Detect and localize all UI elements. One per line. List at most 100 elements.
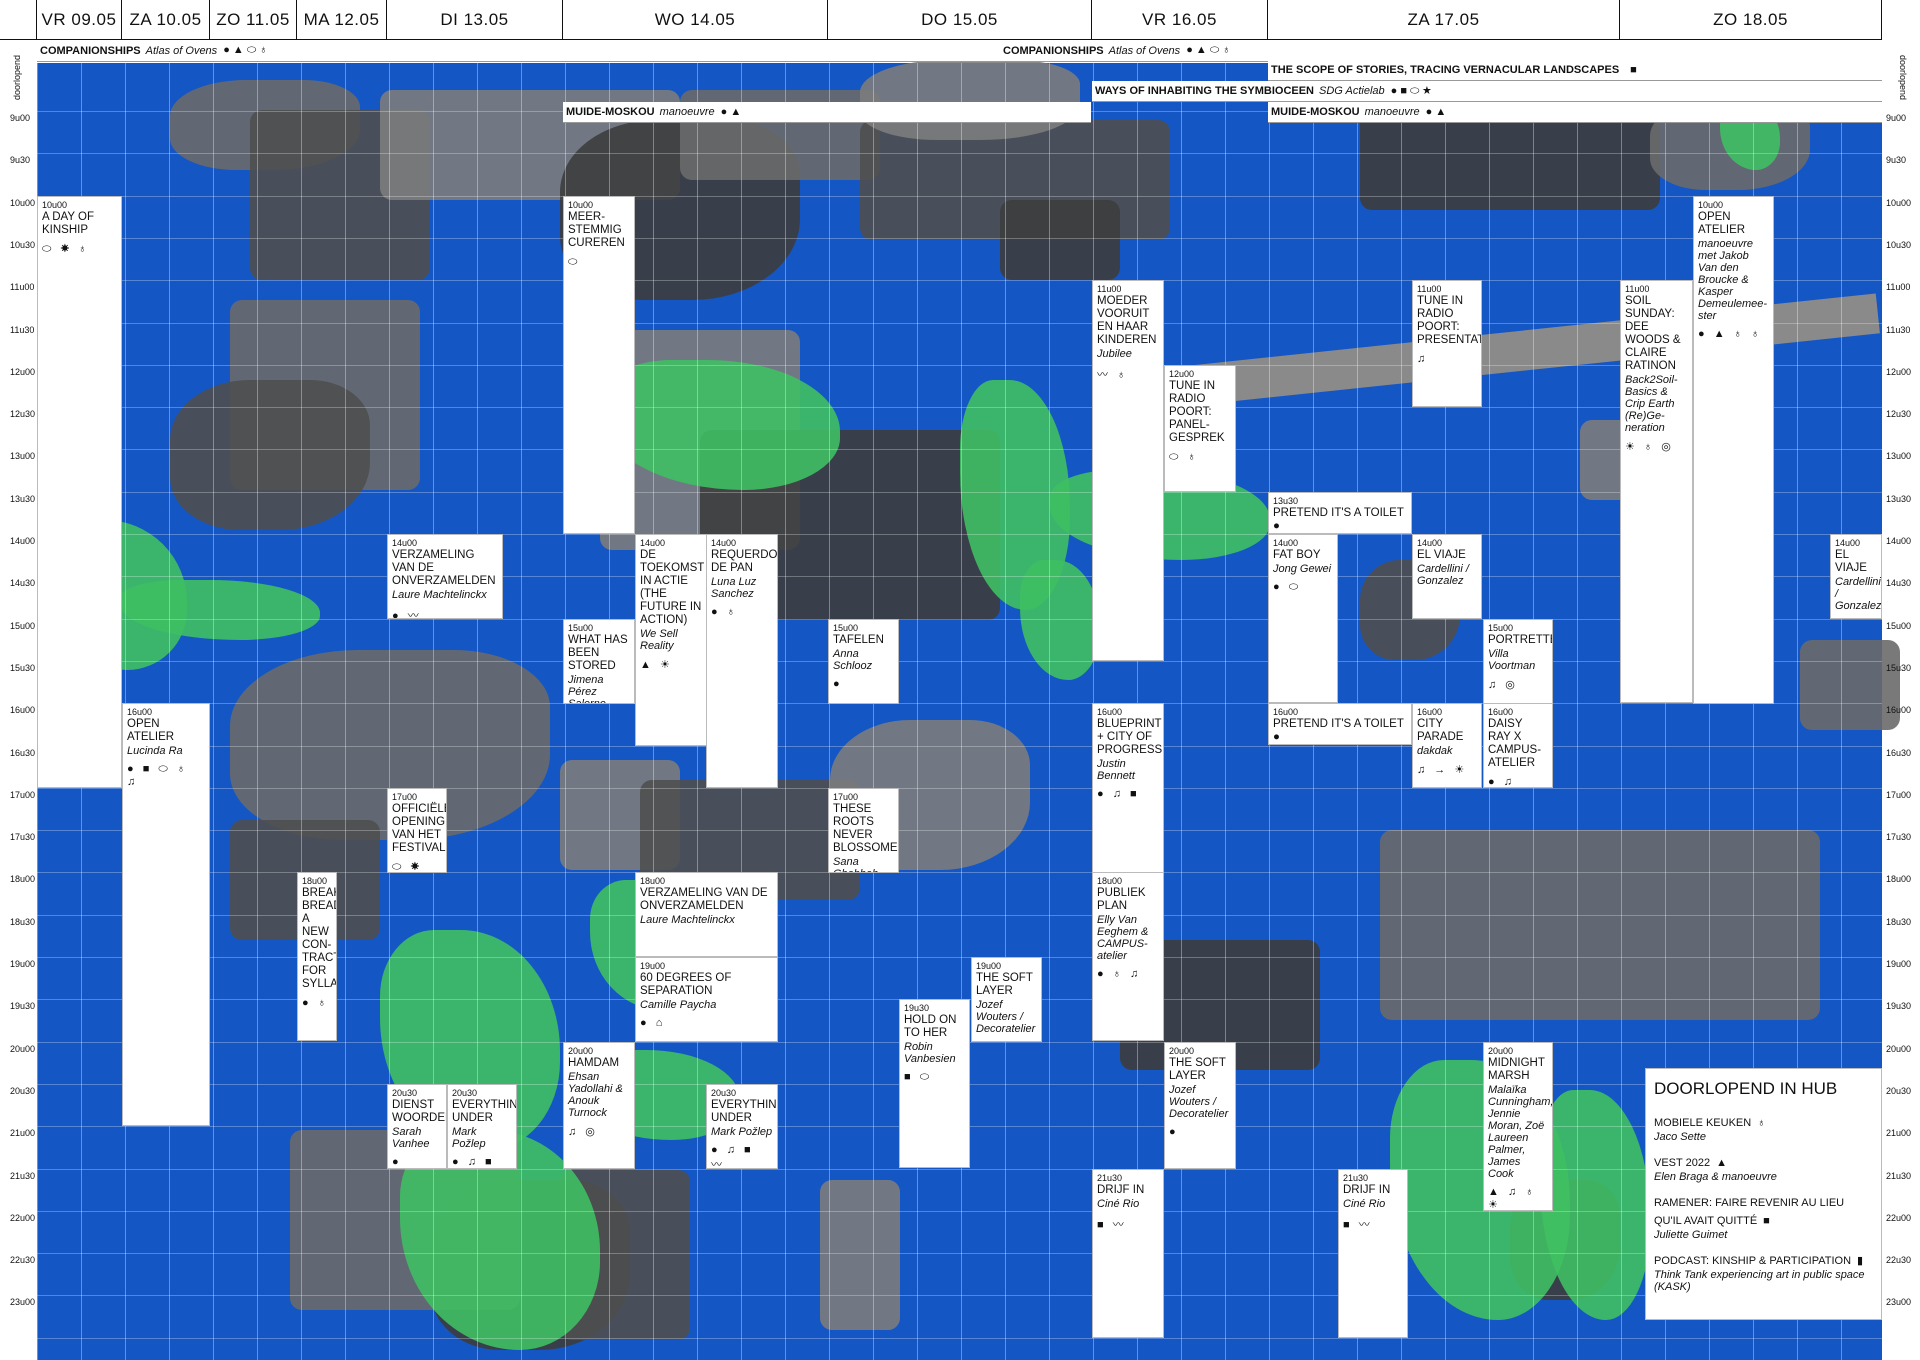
event-block[interactable]: 17u00 Officiële opening van het festival ⬭… (387, 788, 447, 873)
event-author: Jozef Wouters / Decoratelier (1169, 1084, 1229, 1120)
event-block[interactable]: 10u00 Meer-stemmig cureren ⬭ (563, 196, 635, 534)
event-block[interactable]: 18u00 Verzameling van de onverzamelden Lau… (635, 872, 778, 957)
grid-line-horizontal (37, 787, 1882, 789)
grid-line-horizontal (37, 237, 1882, 239)
event-block[interactable]: 10u00 A day of kinship ⬭ ☀ ♁ (37, 196, 122, 788)
hub-item[interactable]: Mobiele keuken ♁ Jaco Sette (1654, 1113, 1873, 1143)
event-time: 10u00 (568, 200, 594, 210)
event-block[interactable]: 14u00 Verzameling van de onverzamelden Lau… (387, 534, 503, 619)
time-label-left: 15u00 (10, 620, 36, 631)
time-label-left: 13u00 (10, 451, 36, 462)
event-title: Meer-stemmig cureren (568, 211, 625, 249)
event-block[interactable]: 20u30Everything underMark Požlep● ♫ ■ 〰 (447, 1084, 517, 1169)
event-block[interactable]: 20u30Everything underMark Požlep● ♫ ■ 〰 (706, 1084, 778, 1169)
event-title: El viaje (1417, 549, 1466, 561)
event-time: 16u00 (1097, 707, 1123, 717)
event-time: 20u30 (452, 1088, 478, 1098)
hub-item[interactable]: Vest 2022 ▲ Elen Braga & manoeuvre (1654, 1153, 1873, 1183)
event-title: Hold on to her (904, 1014, 957, 1039)
event-block[interactable]: 14u00 El viaje Cardellini / Gonzalez (1412, 534, 1482, 619)
event-author: Jong Gewei (1273, 563, 1332, 575)
event-title: Open atelier (1698, 211, 1746, 236)
event-block[interactable]: 11u00 Soil Sunday: Dee Woods & Claire Rat… (1620, 280, 1693, 703)
event-title: Moeder Vooruit en haar kinderen (1097, 295, 1157, 346)
event-block[interactable]: 20u00 Hamdam Ehsan Yadollahi & Anouk Turno… (563, 1042, 635, 1169)
event-block[interactable]: 18u00 Publiek plan Elly Van Eeghem & CAMPU… (1092, 872, 1164, 1041)
event-author: Laure Machtelinckx (640, 914, 735, 926)
grid-line-vertical (1577, 63, 1578, 1360)
grid-line-horizontal (37, 534, 1882, 535)
continuous-event-band[interactable]: Muide-Moskou manoeuvre ● ▲ (1268, 102, 1882, 123)
event-author: Ciné Rio (1097, 1198, 1140, 1210)
event-block[interactable]: 16u00 Open atelier Lucinda Ra ● ■ ⬭ ♁ ♫ (122, 703, 210, 1126)
time-label-left: 20u30 (10, 1085, 36, 1096)
event-block[interactable]: 15u00Portretten Villa Voortman ♫ ◎ (1483, 619, 1553, 704)
event-title: Everything under (711, 1099, 777, 1124)
continuous-event-band[interactable]: Muide-Moskou manoeuvre ● ▲ (563, 102, 1091, 123)
event-author: Jubilee (1097, 348, 1132, 360)
event-author: Jozef Wouters / Decoratelier (976, 999, 1036, 1035)
hub-item[interactable]: Podcast: kinship & participation ▮ Think T… (1654, 1251, 1873, 1293)
event-block[interactable]: 14u00 De toekomst in actie (The future in… (635, 534, 707, 746)
event-block[interactable]: 11u00Tune in Radio Poort: presentatie ♫ (1412, 280, 1482, 407)
time-label-right: 23u00 (1886, 1297, 1912, 1308)
event-block[interactable]: 11u00 Moeder Vooruit en haar kinderen Jubi… (1092, 280, 1164, 661)
grid-line-horizontal (37, 322, 1882, 324)
event-block[interactable]: 13u30Pretend it's a toilet ●Sara Leghiss… (1268, 492, 1412, 534)
event-block[interactable]: 17u00These roots never blossomed Sana Gho… (828, 788, 899, 873)
event-block[interactable]: 19u00 The soft layer Jozef Wouters / Decor… (971, 957, 1042, 1042)
event-block[interactable]: 21u30 Drijf in Ciné Rio ■ 〰 (1092, 1169, 1164, 1338)
event-title: De toekomst in actie (The future in acti… (640, 549, 705, 626)
event-block[interactable]: 15u00 Tafelen Anna Schlooz ● (828, 619, 899, 704)
event-time: 14u00 (1273, 538, 1299, 548)
event-time: 12u00 (1169, 369, 1195, 379)
event-time: 11u00 (1625, 284, 1650, 294)
event-block[interactable]: 19u30 Hold on to her Robin Vanbesien ■ ⬭ (899, 999, 970, 1168)
event-author: Back2Soil-Basics & Crip Earth (Re)Ge-ner… (1625, 374, 1678, 434)
event-block[interactable]: 15u00 What has been stored Jimena Pérez Sa… (563, 619, 635, 704)
event-block[interactable]: 14u00 El viaje Cardellini / Gonzalez (1830, 534, 1882, 619)
time-label-left: 23u00 (10, 1297, 36, 1308)
event-icons: ☀ ♁ ◎ (1625, 441, 1674, 453)
event-author: Laure Machtelinckx (392, 589, 487, 601)
time-label-right: 17u00 (1886, 789, 1912, 800)
time-label-right: 21u00 (1886, 1128, 1912, 1139)
event-block[interactable]: 20u00 Midnight marsh Malaïka Cunningham, J… (1483, 1042, 1553, 1211)
continuous-event-band[interactable]: The scope of stories, tracing vernacular… (1268, 60, 1882, 81)
hub-item-title: Ramener: faire revenir au lieu qu'il ava… (1654, 1197, 1845, 1227)
time-label-left: 9u00 (10, 113, 31, 123)
aerial-photo-fragment (1000, 200, 1120, 280)
event-block[interactable]: 16u00 City parade dakdak ♫ → ☀ (1412, 703, 1482, 788)
event-title: Breaking bread. A new con-tract for syll… (302, 887, 337, 990)
event-block[interactable]: 12u00 Tune in Radio Poort: panel-gesprek ⬭… (1164, 365, 1236, 492)
side-label-right: doorlopend (1898, 55, 1908, 101)
event-block[interactable]: 20u00 The soft layer Jozef Wouters / Decor… (1164, 1042, 1236, 1169)
hub-item-title: Mobiele keuken (1654, 1117, 1752, 1129)
event-title: Portretten (1488, 634, 1552, 646)
event-block[interactable]: 14u00 Fat boy Jong Gewei ● ⬭ (1268, 534, 1338, 703)
hub-item[interactable]: Ramener: faire revenir au lieu qu'il ava… (1654, 1193, 1873, 1241)
continuous-event-band[interactable]: Companionships Atlas of Ovens ● ▲ ⬭ ♁ (1000, 40, 1882, 62)
event-author: Sana Ghobbeh (833, 856, 878, 872)
time-label-right: 11u00 (1886, 282, 1911, 293)
event-block[interactable]: 16u00Pretend it's a toilet ●Sara Leghiss… (1268, 703, 1412, 745)
event-block[interactable]: 14u00 Requerdos de pan Luna Luz Sanchez ● ♁ (706, 534, 778, 788)
event-icons: ⬭ ☀ (392, 861, 423, 873)
continuous-event-band[interactable]: Companionships Atlas of Ovens ● ▲ ⬭ ♁ (37, 40, 1089, 62)
event-block[interactable]: 19u00 60 degrees of separation Camille Pay… (635, 957, 778, 1042)
event-time: 14u00 (640, 538, 666, 548)
time-label-right: 15u30 (1886, 662, 1912, 673)
hub-item-author: Juliette Guimet (1654, 1229, 1728, 1241)
event-block[interactable]: 10u00 Open atelier manoeuvre met Jakob Van… (1693, 196, 1774, 704)
time-label-left: 21u00 (10, 1128, 36, 1139)
day-header: VR 16.05 (1092, 0, 1268, 40)
time-label-right: 13u00 (1886, 451, 1912, 462)
event-block[interactable]: 18u00Breaking bread. A new con-tract for… (297, 872, 337, 1041)
hub-title: Doorlopend in hub (1654, 1079, 1838, 1098)
grid-line-vertical (345, 63, 346, 1360)
continuous-event-band[interactable]: Ways of inhabiting the Symbioceen SDG Act… (1092, 81, 1882, 102)
event-block[interactable]: 16u00 Daisy Ray x Campus-atelier ● ♫ (1483, 703, 1553, 788)
event-icons: ■ 〰 (1097, 1219, 1127, 1231)
event-block[interactable]: 20u30Dienst woordenSarah Vanhee ● (387, 1084, 447, 1169)
event-block[interactable]: 21u30 Drijf in Ciné Rio ■ 〰 (1338, 1169, 1408, 1338)
